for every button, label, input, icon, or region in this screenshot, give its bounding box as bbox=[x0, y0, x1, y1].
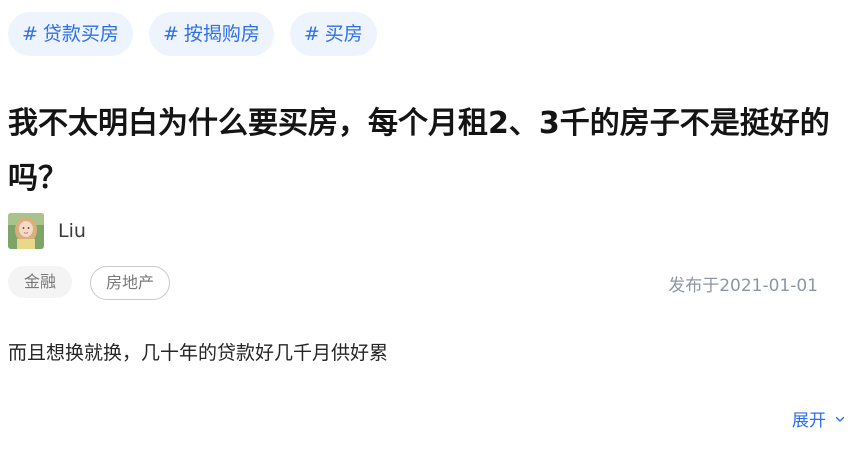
avatar-image bbox=[8, 213, 44, 249]
topic-hash: # bbox=[303, 23, 320, 45]
question-body: 而且想换就换，几十年的贷款好几千月供好累 bbox=[8, 342, 389, 364]
topic-pill-anjie-goufang[interactable]: # 按揭购房 bbox=[148, 12, 274, 56]
topic-hash: # bbox=[22, 23, 38, 45]
expand-label: 展开 bbox=[792, 411, 826, 431]
tag-real-estate[interactable]: 房地产 bbox=[90, 266, 171, 300]
topic-label: 贷款买房 bbox=[42, 23, 119, 45]
author-info[interactable]: Liu bbox=[8, 213, 86, 249]
topic-hash: # bbox=[162, 23, 179, 45]
topic-label: 按揭购房 bbox=[183, 23, 260, 45]
expand-button[interactable]: 展开 bbox=[792, 406, 846, 431]
topic-pill-maifang[interactable]: # 买房 bbox=[289, 12, 377, 56]
author-name[interactable]: Liu bbox=[58, 220, 86, 242]
topic-list: # 贷款买房 # 按揭购房 # 买房 bbox=[8, 12, 377, 56]
topic-pill-daikuan-maifang[interactable]: # 贷款买房 bbox=[8, 12, 133, 56]
tag-finance[interactable]: 金融 bbox=[8, 266, 73, 298]
topic-label: 买房 bbox=[324, 23, 363, 45]
chevron-down-icon bbox=[835, 416, 845, 422]
publish-time: 发布于2021-01-01 bbox=[668, 276, 818, 296]
question-title: 我不太明白为什么要买房，每个月租2、3千的房子不是挺好的吗？ bbox=[8, 106, 830, 196]
avatar[interactable] bbox=[8, 213, 44, 249]
tag-list: 金融 房地产 bbox=[8, 266, 171, 300]
